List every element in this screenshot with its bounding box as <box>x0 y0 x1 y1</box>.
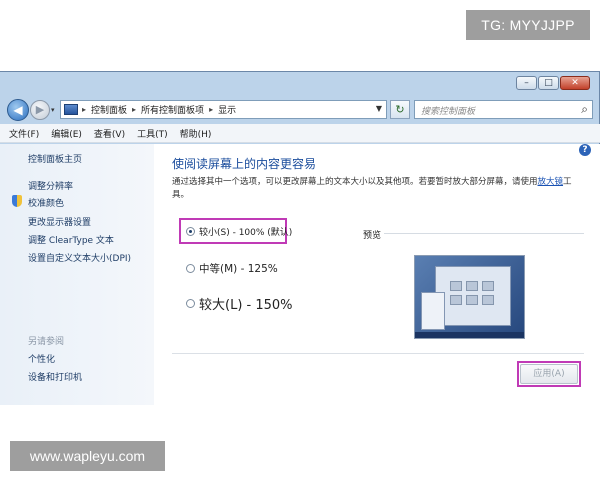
sidebar-item-calibrate-color[interactable]: 校准颜色 <box>28 196 64 209</box>
breadcrumb-separator-icon: ▸ <box>82 105 87 114</box>
sidebar-item-devices-printers[interactable]: 设备和打印机 <box>28 370 82 383</box>
option-medium[interactable]: 中等(M) - 125% <box>186 261 278 276</box>
page-description: 通过选择其中一个选项，可以更改屏幕上的文本大小以及其他项。若要暂时放大部分屏幕，… <box>172 176 584 202</box>
option-larger[interactable]: 较大(L) - 150% <box>186 294 293 313</box>
radio-medium[interactable] <box>186 264 195 273</box>
radio-larger[interactable] <box>186 299 195 308</box>
minimize-button[interactable]: – <box>516 76 537 90</box>
menu-bar: 文件(F) 编辑(E) 查看(V) 工具(T) 帮助(H) <box>0 124 600 143</box>
sidebar-item-display-settings[interactable]: 更改显示器设置 <box>28 215 91 228</box>
breadcrumb-item-control-panel[interactable]: 控制面板 <box>91 103 127 116</box>
radio-smaller[interactable] <box>186 227 195 236</box>
main-panel: ? 使阅读屏幕上的内容更容易 通过选择其中一个选项，可以更改屏幕上的文本大小以及… <box>154 144 600 405</box>
breadcrumb-item-all-items[interactable]: 所有控制面板项 <box>141 103 204 116</box>
preview-divider <box>384 233 584 234</box>
sidebar-item-home[interactable]: 控制面板主页 <box>28 152 82 165</box>
chevron-down-icon[interactable]: ▼ <box>376 104 382 113</box>
option-smaller-label: 较小(S) - 100% (默认) <box>199 228 293 238</box>
menu-view[interactable]: 查看(V) <box>94 127 125 140</box>
option-smaller[interactable]: 较小(S) - 100% (默认) <box>186 225 292 238</box>
breadcrumb-item-display[interactable]: 显示 <box>218 103 236 116</box>
recent-pages-dropdown-icon[interactable]: ▾ <box>51 106 55 114</box>
navigation-bar: ◀ ▶ ▾ ▸ 控制面板 ▸ 所有控制面板项 ▸ 显示 ▼ ↻ 搜索控制面板 ⌕ <box>0 97 600 122</box>
breadcrumb-separator-icon[interactable]: ▸ <box>132 105 136 114</box>
refresh-button[interactable]: ↻ <box>390 100 410 119</box>
control-panel-icon <box>64 104 78 115</box>
close-button[interactable]: ✕ <box>560 76 590 90</box>
content-area: 控制面板主页 调整分辨率 校准颜色 更改显示器设置 调整 ClearType 文… <box>0 144 600 405</box>
caption-buttons: – □ ✕ <box>516 76 590 90</box>
help-icon[interactable]: ? <box>579 144 591 156</box>
sidebar-item-resolution[interactable]: 调整分辨率 <box>28 179 73 192</box>
option-larger-label: 较大(L) - 150% <box>199 298 293 313</box>
page-title: 使阅读屏幕上的内容更容易 <box>172 157 317 171</box>
control-panel-window: – □ ✕ ◀ ▶ ▾ ▸ 控制面板 ▸ 所有控制面板项 ▸ 显示 ▼ ↻ 搜索… <box>0 71 600 405</box>
preview-image <box>414 255 525 339</box>
menu-edit[interactable]: 编辑(E) <box>51 127 82 140</box>
sidebar-item-personalization[interactable]: 个性化 <box>28 352 55 365</box>
search-box[interactable]: 搜索控制面板 ⌕ <box>414 100 593 119</box>
sidebar-item-custom-dpi[interactable]: 设置自定义文本大小(DPI) <box>28 251 131 264</box>
search-icon[interactable]: ⌕ <box>581 102 588 117</box>
preview-label: 预览 <box>363 231 382 241</box>
breadcrumb-separator-icon[interactable]: ▸ <box>209 105 213 114</box>
description-text: 通过选择其中一个选项，可以更改屏幕上的文本大小以及其他项。若要暂时放大部分屏幕，… <box>172 177 538 187</box>
back-button[interactable]: ◀ <box>7 99 29 121</box>
address-bar[interactable]: ▸ 控制面板 ▸ 所有控制面板项 ▸ 显示 ▼ <box>60 100 387 119</box>
apply-button[interactable]: 应用(A) <box>520 364 578 384</box>
preview-menu-icon <box>421 292 445 330</box>
forward-button[interactable]: ▶ <box>30 100 50 120</box>
menu-tools[interactable]: 工具(T) <box>137 127 168 140</box>
bottom-divider <box>172 353 584 354</box>
sidebar-item-cleartype[interactable]: 调整 ClearType 文本 <box>28 233 114 246</box>
watermark-bottom: www.wapleyu.com <box>10 441 165 471</box>
watermark-top: TG: MYYJJPP <box>466 10 590 40</box>
see-also-title: 另请参阅 <box>28 337 65 347</box>
magnifier-link[interactable]: 放大镜 <box>538 177 564 187</box>
option-medium-label: 中等(M) - 125% <box>199 263 278 275</box>
maximize-button[interactable]: □ <box>538 76 559 90</box>
menu-file[interactable]: 文件(F) <box>9 127 39 140</box>
shield-icon <box>12 195 22 207</box>
breadcrumb: ▸ 控制面板 ▸ 所有控制面板项 ▸ 显示 <box>82 103 236 116</box>
menu-help[interactable]: 帮助(H) <box>180 127 212 140</box>
preview-taskbar <box>415 332 524 338</box>
sidebar: 控制面板主页 调整分辨率 校准颜色 更改显示器设置 调整 ClearType 文… <box>0 144 154 405</box>
preview-window-icon <box>435 266 511 326</box>
search-placeholder: 搜索控制面板 <box>421 107 476 117</box>
